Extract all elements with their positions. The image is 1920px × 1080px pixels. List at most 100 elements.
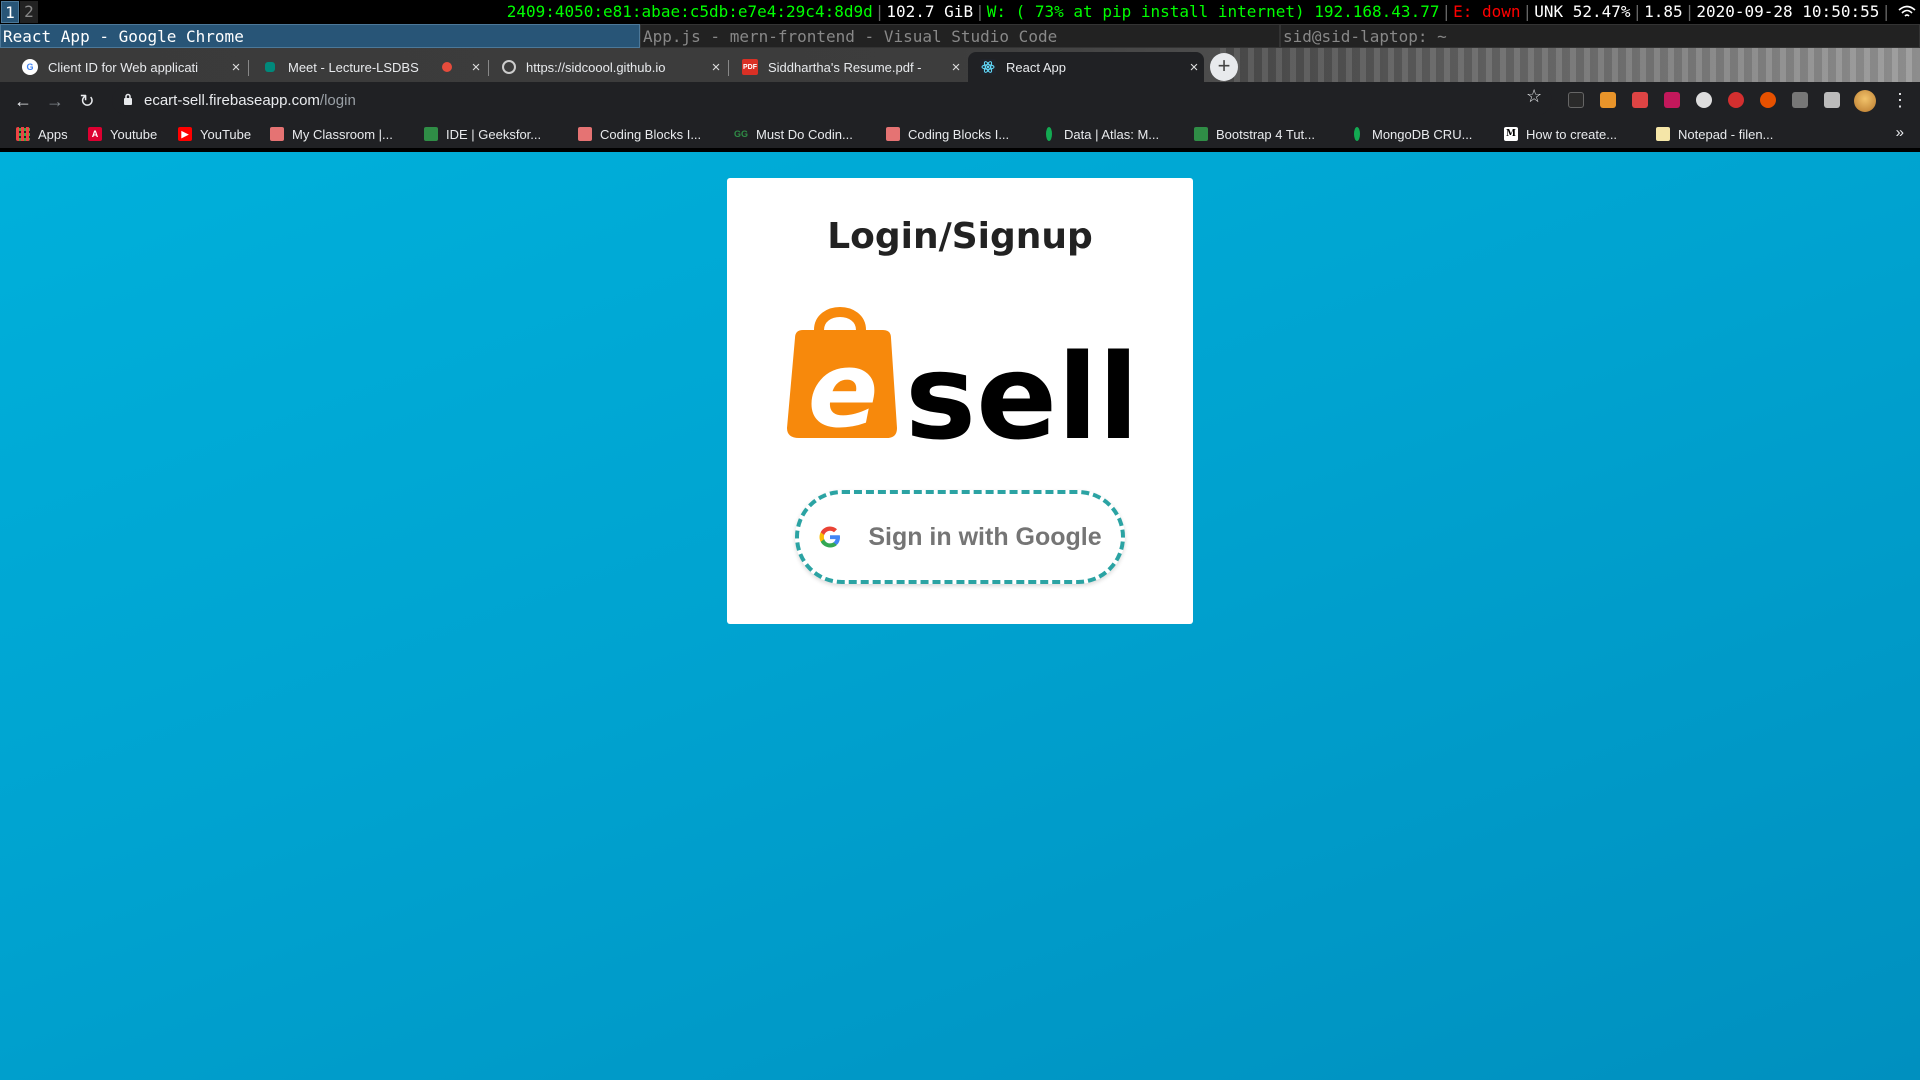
window-tab-terminal[interactable]: sid@sid-laptop: ~ bbox=[1280, 24, 1920, 48]
i3-status-bar: 1 2 2409:4050:e81:abae:c5db:e7e4:29c4:8d… bbox=[0, 0, 1920, 24]
login-card: Login/Signup e sell Sign in with Google bbox=[727, 178, 1193, 624]
tab-react-app[interactable]: React App × bbox=[968, 52, 1204, 82]
tab-sidcoool[interactable]: https://sidcoool.github.io × bbox=[490, 52, 726, 82]
bookmark-mongodb-crud[interactable]: MongoDB CRU... bbox=[1350, 119, 1472, 149]
google-sign-in-label: Sign in with Google bbox=[868, 522, 1102, 551]
bookmark-label: YouTube bbox=[200, 126, 252, 142]
wireless-status: W: ( 73% at pip install internet) 192.16… bbox=[986, 2, 1440, 21]
status-blocks: 2409:4050:e81:abae:c5db:e7e4:29c4:8d9d |… bbox=[506, 0, 1916, 24]
extensions-puzzle-icon[interactable] bbox=[1824, 92, 1840, 108]
close-icon[interactable]: × bbox=[226, 59, 246, 76]
bookmark-must-do[interactable]: GG Must Do Codin... bbox=[734, 119, 853, 149]
bookmark-coding-blocks-2[interactable]: Coding Blocks I... bbox=[886, 119, 1009, 149]
bookmark-label: MongoDB CRU... bbox=[1372, 126, 1473, 142]
extension-icon[interactable] bbox=[1664, 92, 1680, 108]
forward-button[interactable]: → bbox=[44, 90, 66, 112]
bookmark-label: Coding Blocks I... bbox=[600, 126, 702, 142]
bookmark-youtube[interactable]: ▶ YouTube bbox=[178, 119, 251, 149]
tab-label: Meet - Lecture-LSDBS bbox=[288, 59, 419, 75]
globe-icon bbox=[502, 60, 516, 74]
reload-button[interactable]: ↻ bbox=[76, 90, 98, 112]
bookmark-label: My Classroom |... bbox=[292, 126, 393, 142]
ipv6-address: 2409:4050:e81:abae:c5db:e7e4:29c4:8d9d bbox=[506, 2, 873, 21]
i3-window-tabs: React App - Google Chrome App.js - mern-… bbox=[0, 24, 1920, 48]
tab-resume-pdf[interactable]: PDF Siddhartha's Resume.pdf - × bbox=[730, 52, 966, 82]
chrome-tab-strip: G Client ID for Web applicati × Meet - L… bbox=[0, 48, 1920, 82]
page-content: Login/Signup e sell Sign in with Google bbox=[0, 152, 1920, 1080]
mongodb-leaf-icon bbox=[1046, 127, 1052, 141]
tab-meet[interactable]: Meet - Lecture-LSDBS × bbox=[250, 52, 486, 82]
bookmark-apps[interactable]: Apps bbox=[16, 119, 68, 149]
more-bookmarks-icon[interactable]: » bbox=[1896, 124, 1904, 141]
menu-icon[interactable]: ⋮ bbox=[1891, 90, 1909, 111]
chrome-toolbar: ← → ↻ ecart-sell.firebaseapp.com/login ☆… bbox=[0, 82, 1920, 119]
logo-letter: e bbox=[808, 329, 879, 440]
recording-indicator-icon bbox=[442, 62, 452, 72]
google-icon: G bbox=[22, 59, 38, 75]
bookmarks-bar: Apps A Youtube ▶ YouTube My Classroom |...… bbox=[0, 119, 1920, 149]
pdf-icon: PDF bbox=[742, 59, 758, 75]
battery-status: UNK 52.47% bbox=[1534, 2, 1631, 21]
url-path: /login bbox=[319, 92, 356, 109]
load-average: 1.85 bbox=[1644, 2, 1683, 21]
bookmark-coding-blocks[interactable]: Coding Blocks I... bbox=[578, 119, 701, 149]
disk-space: 102.7 GiB bbox=[886, 2, 974, 21]
page-title: Login/Signup bbox=[827, 216, 1093, 257]
extension-icon[interactable] bbox=[1728, 92, 1744, 108]
bookmark-label: Must Do Codin... bbox=[756, 126, 853, 142]
extension-icon[interactable] bbox=[1792, 92, 1808, 108]
workspace-1-button[interactable]: 1 bbox=[1, 1, 19, 23]
close-icon[interactable]: × bbox=[946, 59, 966, 76]
cube-icon bbox=[578, 127, 592, 141]
bookmark-label: Coding Blocks I... bbox=[908, 126, 1010, 142]
bookmark-label: Youtube bbox=[110, 126, 158, 142]
bookmark-label: How to create... bbox=[1526, 126, 1618, 142]
bookmark-label: Apps bbox=[38, 126, 68, 142]
ethernet-status: E: down bbox=[1453, 2, 1521, 21]
bookmark-classroom[interactable]: My Classroom |... bbox=[270, 119, 393, 149]
close-icon[interactable]: × bbox=[466, 59, 486, 76]
bookmark-label: IDE | Geeksfor... bbox=[446, 126, 542, 142]
url-text: ecart-sell.firebaseapp.com/login bbox=[144, 86, 356, 115]
google-sign-in-button[interactable]: Sign in with Google bbox=[795, 490, 1125, 584]
back-button[interactable]: ← bbox=[12, 90, 34, 112]
profile-avatar[interactable] bbox=[1854, 90, 1876, 112]
bookmark-label: Notepad - filen... bbox=[1678, 126, 1774, 142]
lock-icon bbox=[124, 93, 132, 105]
bookmark-label: Data | Atlas: M... bbox=[1064, 126, 1160, 142]
extension-icon[interactable] bbox=[1760, 92, 1776, 108]
bookmark-youtube-angular[interactable]: A Youtube bbox=[88, 119, 157, 149]
mongodb-leaf-icon bbox=[1354, 127, 1360, 141]
esell-logo: e sell bbox=[787, 307, 1139, 440]
apps-icon bbox=[16, 127, 30, 141]
extension-icon[interactable] bbox=[1568, 92, 1584, 108]
gfg-icon bbox=[1194, 127, 1208, 141]
bookmark-atlas[interactable]: Data | Atlas: M... bbox=[1042, 119, 1159, 149]
bookmark-notepad[interactable]: Notepad - filen... bbox=[1656, 119, 1773, 149]
close-icon[interactable]: × bbox=[706, 59, 726, 76]
datetime: 2020-09-28 10:50:55 bbox=[1696, 2, 1880, 21]
bookmark-how-to-create[interactable]: M How to create... bbox=[1504, 119, 1617, 149]
close-icon[interactable]: × bbox=[1184, 59, 1204, 76]
medium-icon: M bbox=[1504, 127, 1518, 141]
react-icon bbox=[980, 59, 996, 75]
extension-icon[interactable] bbox=[1696, 92, 1712, 108]
new-tab-button[interactable]: + bbox=[1210, 53, 1238, 81]
address-bar[interactable]: ecart-sell.firebaseapp.com/login bbox=[112, 86, 1552, 115]
window-tab-vscode[interactable]: App.js - mern-frontend - Visual Studio C… bbox=[640, 24, 1280, 48]
workspace-2-button[interactable]: 2 bbox=[20, 1, 38, 23]
cube-icon bbox=[270, 127, 284, 141]
notepad-icon bbox=[1656, 127, 1670, 141]
tab-client-id[interactable]: G Client ID for Web applicati × bbox=[10, 52, 246, 82]
gfg-icon bbox=[424, 127, 438, 141]
bookmark-star-icon[interactable]: ☆ bbox=[1526, 86, 1542, 107]
angular-icon: A bbox=[88, 127, 102, 141]
gfg-icon: GG bbox=[734, 129, 749, 139]
bookmark-bootstrap[interactable]: Bootstrap 4 Tut... bbox=[1194, 119, 1315, 149]
extension-icon[interactable] bbox=[1632, 92, 1648, 108]
window-tab-chrome[interactable]: React App - Google Chrome bbox=[0, 24, 640, 48]
bookmark-gfg-ide[interactable]: IDE | Geeksfor... bbox=[424, 119, 541, 149]
youtube-icon: ▶ bbox=[178, 127, 192, 141]
tab-label: Siddhartha's Resume.pdf - bbox=[768, 59, 922, 75]
extension-icon[interactable] bbox=[1600, 92, 1616, 108]
